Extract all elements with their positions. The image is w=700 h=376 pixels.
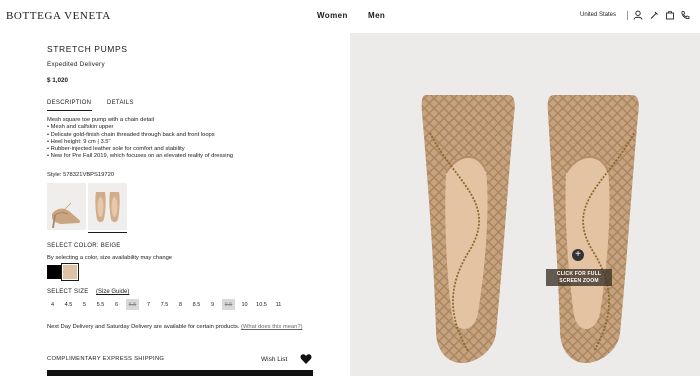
heart-icon[interactable] [300,353,312,365]
header-divider [627,11,628,20]
size-option-6-5[interactable]: 6.5 [126,299,139,310]
size-option-6[interactable]: 6 [110,299,123,310]
size-option-8[interactable]: 8 [174,299,187,310]
size-option-9[interactable]: 9 [206,299,219,310]
nav-women[interactable]: Women [317,11,348,20]
brand-logo[interactable]: BOTTEGA VENETA [6,10,111,22]
thumbnail-side-view[interactable] [47,183,86,230]
product-hero-image[interactable] [350,33,700,376]
select-size-label: SELECT SIZE [47,289,89,295]
tab-description[interactable]: DESCRIPTION [47,100,91,106]
selected-thumbnail-indicator [88,232,127,233]
nav-men[interactable]: Men [368,11,385,20]
size-option-10[interactable]: 10 [238,299,251,310]
size-option-5-5[interactable]: 5.5 [94,299,107,310]
delivery-info-link[interactable]: (What does this mean?) [241,324,303,330]
size-guide-link[interactable]: (Size Guide) [96,289,129,295]
size-option-11[interactable]: 11 [272,299,285,310]
description-line: • Mesh and calfskin upper [47,124,114,131]
delivery-info-text: Next Day Delivery and Saturday Delivery … [47,324,240,330]
description-line: • Delicate gold-finish chain threaded th… [47,131,215,138]
zoom-label[interactable]: CLICK FOR FULL SCREEN ZOOM [546,269,612,286]
size-selector: 4 4.5 5 5.5 6 6.5 7 7.5 8 8.5 9 9.5 10 10.5 11 [46,299,285,310]
wishlist-button[interactable]: Wish List [261,356,287,363]
add-to-bag-button[interactable] [47,370,313,376]
site-header: BOTTEGA VENETA Women Men United States [0,0,700,33]
product-price: $ 1,020 [47,77,69,84]
size-option-4[interactable]: 4 [46,299,59,310]
size-option-4-5[interactable]: 4.5 [62,299,75,310]
pin-icon[interactable] [649,10,659,20]
bag-icon[interactable] [665,10,675,20]
active-tab-indicator [47,110,92,111]
description-line: • Heel height: 9 cm | 3.5" [47,138,111,145]
account-icon[interactable] [633,10,643,20]
color-availability-note: By selecting a color, size availability … [47,255,173,261]
fullscreen-zoom[interactable]: + CLICK FOR FULL SCREEN ZOOM [546,249,612,287]
shipping-label: COMPLIMENTARY EXPRESS SHIPPING [47,356,165,362]
left-shoe [421,95,515,363]
thumbnail-top-view[interactable] [88,183,127,230]
delivery-type: Expedited Delivery [47,61,105,68]
size-option-5[interactable]: 5 [78,299,91,310]
description-line: • New for Pre Fall 2019, which focuses o… [47,153,234,160]
color-swatch-beige[interactable] [61,263,79,281]
size-option-7[interactable]: 7 [142,299,155,310]
size-option-8-5[interactable]: 8.5 [190,299,203,310]
tab-details[interactable]: DETAILS [107,100,134,106]
right-shoe [547,95,639,363]
style-number: Style: 578321VBPS19720 [47,172,115,178]
description-line: Mesh square toe pump with a chain detail [47,117,154,123]
product-title: STRETCH PUMPS [47,44,128,54]
description-text: Mesh square toe pump with a chain detail… [47,117,233,161]
size-option-10-5[interactable]: 10.5 [254,299,269,310]
phone-icon[interactable] [680,10,690,20]
size-option-7-5[interactable]: 7.5 [158,299,171,310]
delivery-info: Next Day Delivery and Saturday Delivery … [47,323,317,331]
country-selector[interactable]: United States [580,12,616,18]
zoom-plus-icon[interactable]: + [572,249,584,261]
size-option-9-5[interactable]: 9.5 [222,299,235,310]
select-color-label: SELECT COLOR: BEIGE [47,243,121,249]
color-swatch-black[interactable] [47,265,61,279]
description-line: • Rubber-injected leather sole for comfo… [47,146,185,153]
